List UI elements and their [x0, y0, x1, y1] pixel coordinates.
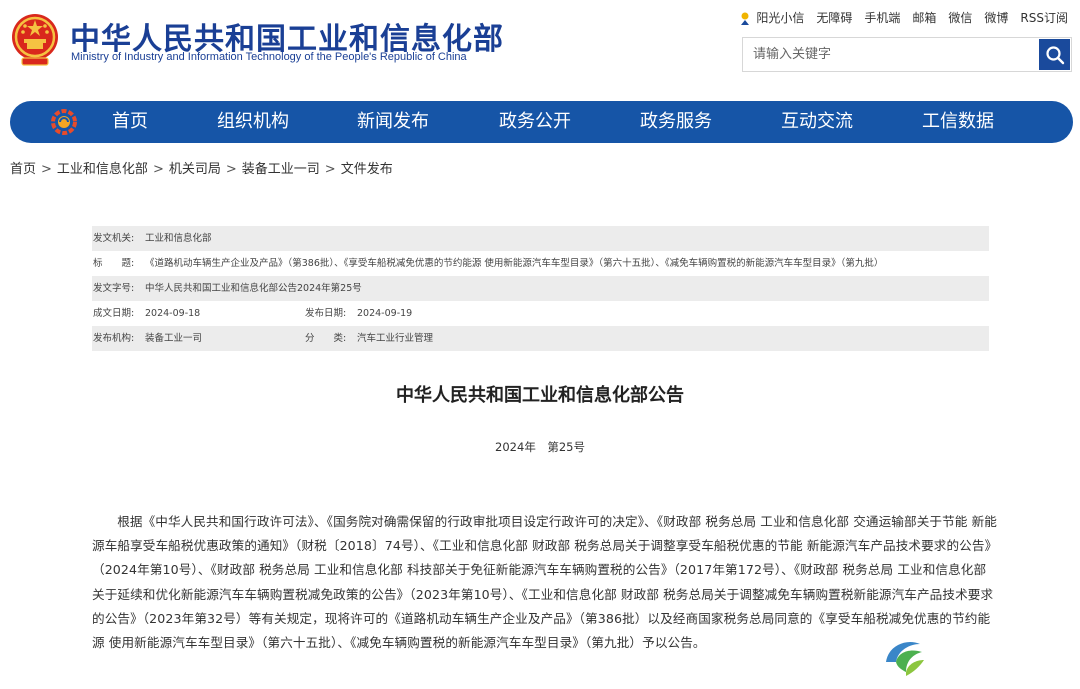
- issuer-label: 发文机关:: [93, 233, 135, 244]
- nav-organization[interactable]: 组织机构: [217, 101, 289, 143]
- published-date-label: 发布日期:: [305, 308, 347, 319]
- docno-label: 发文字号:: [93, 283, 135, 294]
- toplink-weibo[interactable]: 微博: [984, 9, 1008, 26]
- info-row-org: 发布机构: 装备工业一司 分 类: 汽车工业行业管理: [92, 326, 989, 351]
- breadcrumb-home[interactable]: 首页: [10, 162, 36, 177]
- toplink-rss[interactable]: RSS订阅: [1020, 9, 1068, 26]
- main-nav: 首页 组织机构 新闻发布 政务公开 政务服务 互动交流 工信数据: [10, 101, 1073, 143]
- created-date-label: 成文日期:: [93, 308, 135, 319]
- breadcrumb-current[interactable]: 文件发布: [341, 162, 393, 177]
- breadcrumb-department[interactable]: 装备工业一司: [242, 162, 320, 177]
- info-row-docno: 发文字号: 中华人民共和国工业和信息化部公告2024年第25号: [92, 276, 989, 301]
- breadcrumb-separator: >: [225, 162, 237, 177]
- site-title-english: Ministry of Industry and Information Tec…: [71, 51, 467, 63]
- breadcrumb-separator: >: [324, 162, 336, 177]
- site-header: 中华人民共和国工业和信息化部 Ministry of Industry and …: [0, 0, 1080, 100]
- docno-value: 中华人民共和国工业和信息化部公告2024年第25号: [145, 283, 362, 294]
- org-label: 发布机构:: [93, 333, 135, 344]
- breadcrumb-ministry[interactable]: 工业和信息化部: [57, 162, 148, 177]
- nav-data[interactable]: 工信数据: [922, 101, 994, 143]
- info-row-title: 标 题: 《道路机动车辆生产企业及产品》（第386批）、《享受车船税减免优惠的节…: [92, 251, 989, 276]
- doc-title-label: 标 题:: [93, 258, 135, 269]
- toplink-accessibility[interactable]: 无障碍: [816, 9, 852, 26]
- toplink-sunshine-label: 阳光小信: [756, 11, 805, 25]
- category-label: 分 类:: [305, 333, 347, 344]
- search-input[interactable]: [743, 38, 1035, 71]
- toplink-mobile[interactable]: 手机端: [864, 9, 900, 26]
- org-value: 装备工业一司: [145, 333, 203, 344]
- toplink-sunshine[interactable]: 阳光小信: [737, 9, 804, 26]
- search-button[interactable]: [1039, 39, 1070, 70]
- toplink-mail[interactable]: 邮箱: [912, 9, 936, 26]
- search-box: [742, 37, 1072, 72]
- floating-logo-icon[interactable]: [876, 632, 932, 684]
- issuer-value: 工业和信息化部: [145, 233, 212, 244]
- doc-title-value: 《道路机动车辆生产企业及产品》（第386批）、《享受车船税减免优惠的节约能源 使…: [145, 258, 884, 269]
- article-title: 中华人民共和国工业和信息化部公告: [396, 385, 684, 406]
- article-body: 根据《中华人民共和国行政许可法》、《国务院对确需保留的行政审批项目设定行政许可的…: [92, 514, 997, 651]
- info-row-issuer: 发文机关: 工业和信息化部: [92, 226, 989, 251]
- breadcrumb: 首页 > 工业和信息化部 > 机关司局 > 装备工业一司 > 文件发布: [10, 158, 393, 177]
- info-row-dates: 成文日期: 2024-09-18 发布日期: 2024-09-19: [92, 301, 989, 326]
- created-date-value: 2024-09-18: [145, 308, 201, 319]
- article-number: 2024年 第25号: [495, 440, 585, 454]
- national-emblem-icon[interactable]: [10, 12, 60, 66]
- nav-government-services[interactable]: 政务服务: [640, 101, 712, 143]
- toplink-wechat[interactable]: 微信: [948, 9, 972, 26]
- breadcrumb-separator: >: [152, 162, 164, 177]
- nav-interaction[interactable]: 互动交流: [781, 101, 853, 143]
- breadcrumb-departments[interactable]: 机关司局: [169, 162, 221, 177]
- document-info-table: 发文机关: 工业和信息化部 标 题: 《道路机动车辆生产企业及产品》（第386批…: [92, 226, 989, 351]
- nav-home[interactable]: 首页: [112, 101, 148, 143]
- nav-news[interactable]: 新闻发布: [357, 101, 429, 143]
- search-icon: [1045, 45, 1064, 64]
- breadcrumb-separator: >: [41, 162, 52, 177]
- top-links-bar: 阳光小信 无障碍 手机端 邮箱 微信 微博 RSS订阅: [725, 9, 1068, 26]
- sun-icon: [741, 12, 750, 25]
- category-value: 汽车工业行业管理: [357, 333, 434, 344]
- published-date-value: 2024-09-19: [357, 308, 413, 319]
- ministry-logo-icon: [51, 109, 77, 135]
- nav-government-affairs[interactable]: 政务公开: [499, 101, 571, 143]
